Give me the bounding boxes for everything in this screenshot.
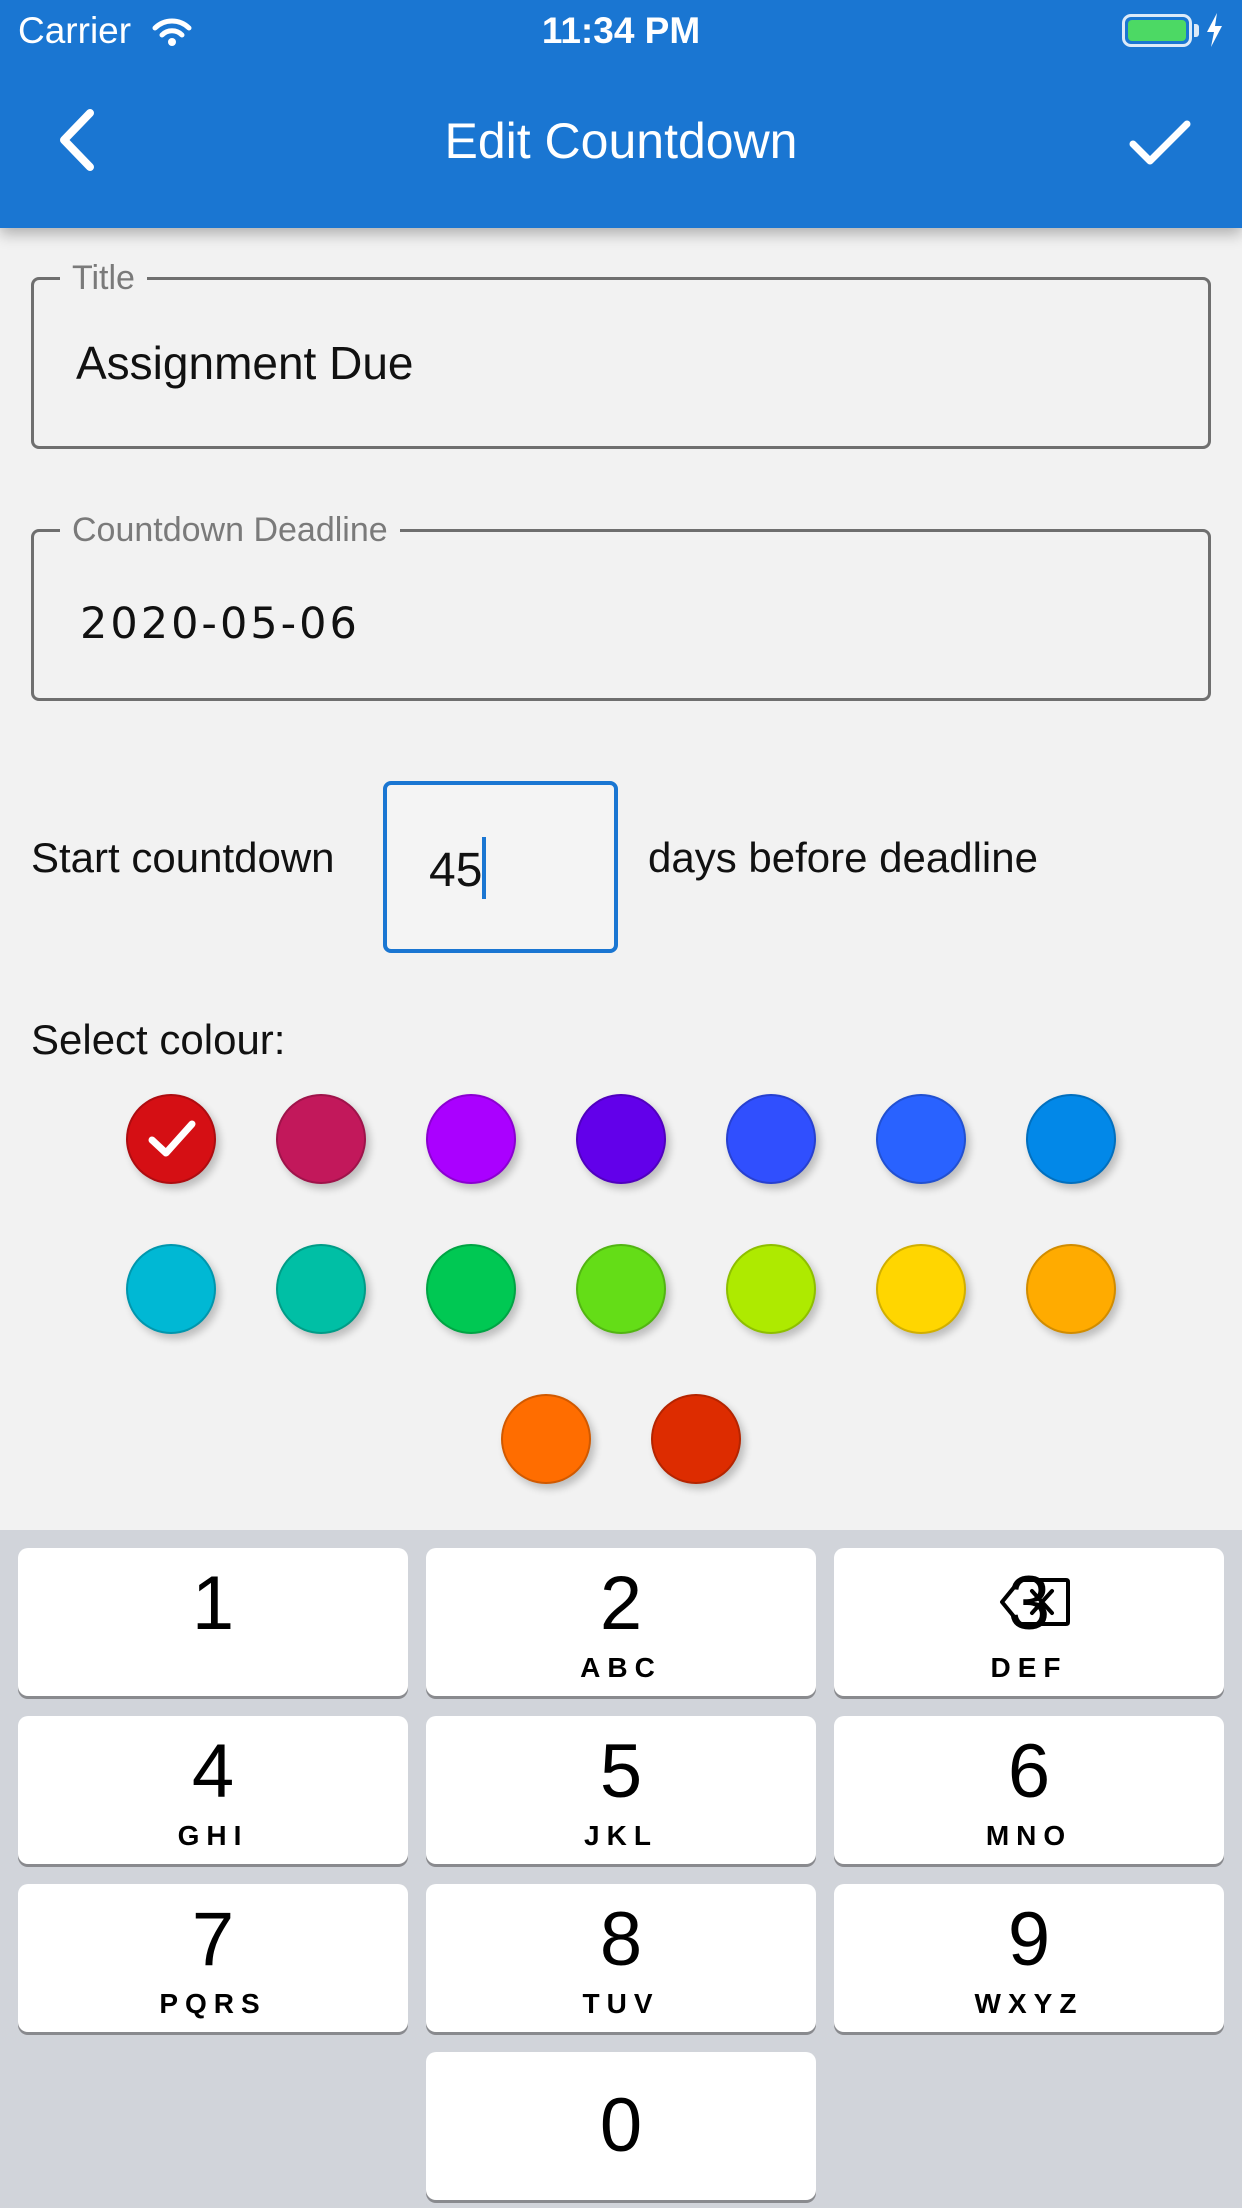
app-bar: Carrier 11:34 PM Edit Countdown (0, 0, 1242, 228)
key-digit: 8 (599, 1897, 643, 1982)
key-letters: WXYZ (974, 1988, 1084, 2019)
start-countdown-label: Start countdown (31, 834, 335, 881)
text-cursor (482, 837, 486, 899)
colour-swatch[interactable] (726, 1094, 816, 1184)
key-letters: MNO (985, 1820, 1073, 1851)
colour-swatch[interactable] (426, 1244, 516, 1334)
key-letters: DEF (990, 1652, 1068, 1683)
days-before-deadline-label: days before deadline (648, 834, 1038, 881)
battery-level (1128, 20, 1186, 41)
key-8[interactable]: 8 TUV (426, 1884, 816, 2032)
key-digit: 1 (191, 1561, 235, 1646)
page-title: Edit Countdown (444, 113, 798, 169)
key-digit: 2 (599, 1561, 643, 1646)
deadline-field[interactable]: Countdown Deadline 2020-05-06 (31, 510, 1211, 701)
key-letters: ABC (580, 1652, 662, 1683)
colour-swatch[interactable] (1026, 1094, 1116, 1184)
checkmark-icon (148, 1120, 196, 1157)
colour-swatch[interactable] (576, 1244, 666, 1334)
charging-bolt-icon (1204, 12, 1224, 57)
colour-swatch[interactable] (876, 1244, 966, 1334)
colour-swatch[interactable] (276, 1244, 366, 1334)
delete-key[interactable] (998, 1574, 1072, 1635)
colour-swatch[interactable] (726, 1244, 816, 1334)
colour-swatch[interactable] (426, 1094, 516, 1184)
colour-swatch[interactable] (501, 1394, 591, 1484)
status-bar: Carrier 11:34 PM (0, 0, 1242, 62)
key-0[interactable]: 0 (426, 2052, 816, 2200)
status-time: 11:34 PM (541, 10, 701, 51)
colour-swatch[interactable] (876, 1094, 966, 1184)
key-digit: 9 (1007, 1897, 1051, 1982)
key-9[interactable]: 9 WXYZ (834, 1884, 1224, 2032)
checkmark-icon (1129, 120, 1191, 165)
key-letters: TUV (582, 1988, 660, 2019)
days-value[interactable]: 45 (429, 843, 482, 898)
key-1[interactable]: 1 (18, 1548, 408, 1696)
key-digit: 4 (191, 1729, 235, 1814)
title-input[interactable] (34, 280, 1208, 446)
colour-swatch[interactable] (1026, 1244, 1116, 1334)
key-6[interactable]: 6 MNO (834, 1716, 1224, 1864)
deadline-value[interactable]: 2020-05-06 (80, 599, 360, 649)
key-letters: PQRS (159, 1988, 267, 2019)
select-colour-label: Select colour: (31, 1016, 286, 1063)
key-digit: 7 (191, 1897, 235, 1982)
key-digit: 5 (599, 1729, 643, 1814)
days-input[interactable]: 45 (383, 781, 618, 953)
colour-swatch[interactable] (126, 1094, 216, 1184)
key-4[interactable]: 4 GHI (18, 1716, 408, 1864)
edit-countdown-screen: Carrier 11:34 PM Edit Countdown Title As… (0, 0, 1242, 2208)
save-button[interactable] (1125, 112, 1195, 182)
battery-nub (1194, 24, 1199, 37)
colour-swatch[interactable] (276, 1094, 366, 1184)
title-field[interactable]: Title (31, 258, 1211, 449)
backspace-icon (1000, 1578, 1070, 1626)
colour-swatch[interactable] (576, 1094, 666, 1184)
deadline-field-label: Countdown Deadline (60, 510, 400, 550)
colour-swatch[interactable] (651, 1394, 741, 1484)
key-5[interactable]: 5 JKL (426, 1716, 816, 1864)
key-letters: JKL (584, 1820, 658, 1851)
battery-icon (1122, 14, 1192, 47)
key-digit: 0 (599, 2083, 643, 2168)
key-2[interactable]: 2 ABC (426, 1548, 816, 1696)
key-digit: 6 (1007, 1729, 1051, 1814)
colour-swatch[interactable] (126, 1244, 216, 1334)
key-7[interactable]: 7 PQRS (18, 1884, 408, 2032)
key-letters: GHI (177, 1820, 249, 1851)
